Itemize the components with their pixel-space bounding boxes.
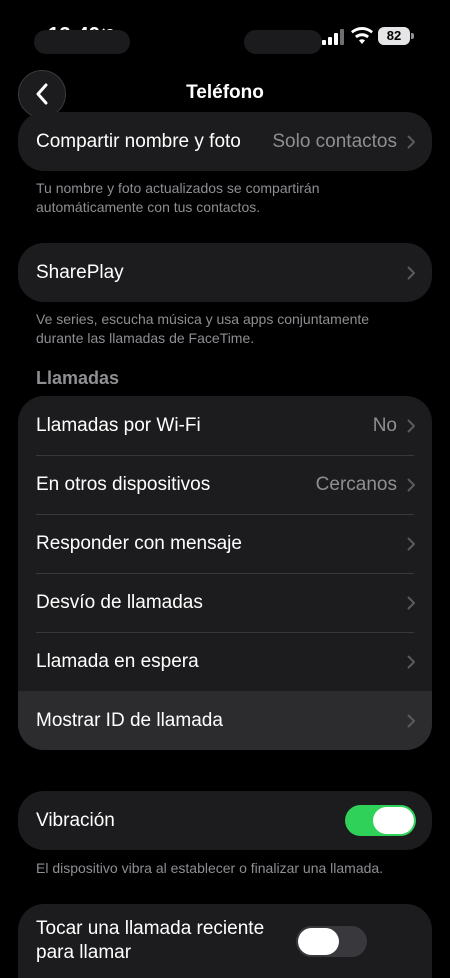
calls-section-header: Llamadas (36, 368, 120, 388)
chevron-right-icon (407, 419, 415, 432)
vibration-label: Vibración (36, 809, 115, 831)
wifi-calling-value: No (372, 414, 397, 436)
toggle-knob (373, 807, 414, 834)
respond-with-text-label: Responder con mensaje (36, 532, 242, 554)
call-waiting-label: Llamada en espera (36, 650, 199, 672)
chevron-right-icon (407, 266, 415, 279)
show-caller-id-row[interactable]: Mostrar ID de llamada (18, 691, 432, 750)
shareplay-group: SharePlay (18, 243, 432, 302)
wifi-calling-label: Llamadas por Wi-Fi (36, 414, 201, 436)
tap-recent-call-label: Tocar una llamada reciente para llamar (36, 918, 265, 963)
shareplay-label: SharePlay (36, 261, 124, 283)
other-devices-row[interactable]: En otros dispositivos Cercanos (18, 455, 432, 514)
status-bar: 13:49 82 (0, 0, 450, 72)
battery-tip (411, 33, 414, 39)
chevron-right-icon (407, 537, 415, 550)
chevron-right-icon (407, 478, 415, 491)
share-name-photo-row[interactable]: Compartir nombre y foto Solo contactos (18, 112, 432, 171)
vibration-footnote: El dispositivo vibra al establecer o fin… (36, 860, 384, 876)
chevron-right-icon (407, 135, 415, 148)
share-name-photo-group: Compartir nombre y foto Solo contactos (18, 112, 432, 171)
other-devices-value: Cercanos (315, 473, 397, 495)
call-forwarding-label: Desvío de llamadas (36, 591, 203, 613)
share-name-photo-label: Compartir nombre y foto (36, 130, 241, 152)
blurred-carrier-pill (34, 30, 130, 54)
call-waiting-row[interactable]: Llamada en espera (18, 632, 432, 691)
shareplay-footnote: Ve series, escucha música y usa apps con… (36, 311, 370, 346)
wifi-calling-row[interactable]: Llamadas por Wi-Fi No (18, 396, 432, 455)
other-devices-label: En otros dispositivos (36, 473, 211, 495)
share-name-photo-value: Solo contactos (272, 130, 397, 152)
battery-indicator: 82 (378, 27, 410, 45)
share-name-photo-footnote: Tu nombre y foto actualizados se compart… (36, 180, 320, 215)
chevron-right-icon (407, 596, 415, 609)
tap-recent-call-row: Tocar una llamada reciente para llamar (18, 904, 432, 978)
vibration-group: Vibración (18, 791, 432, 850)
wifi-icon (351, 27, 373, 44)
chevron-right-icon (407, 714, 415, 727)
cellular-signal-icon (322, 29, 344, 45)
tap-recent-call-group: Tocar una llamada reciente para llamar (18, 904, 432, 978)
toggle-knob (298, 927, 339, 955)
shareplay-row[interactable]: SharePlay (18, 243, 432, 302)
vibration-row: Vibración (18, 791, 432, 850)
vibration-toggle[interactable] (345, 805, 416, 836)
page-title: Teléfono (186, 82, 264, 103)
show-caller-id-label: Mostrar ID de llamada (36, 709, 223, 731)
tap-recent-call-toggle[interactable] (296, 925, 367, 957)
respond-with-text-row[interactable]: Responder con mensaje (18, 514, 432, 573)
calls-group: Llamadas por Wi-Fi No En otros dispositi… (18, 396, 432, 750)
chevron-right-icon (407, 655, 415, 668)
call-forwarding-row[interactable]: Desvío de llamadas (18, 573, 432, 632)
blurred-number-pill (244, 30, 322, 54)
